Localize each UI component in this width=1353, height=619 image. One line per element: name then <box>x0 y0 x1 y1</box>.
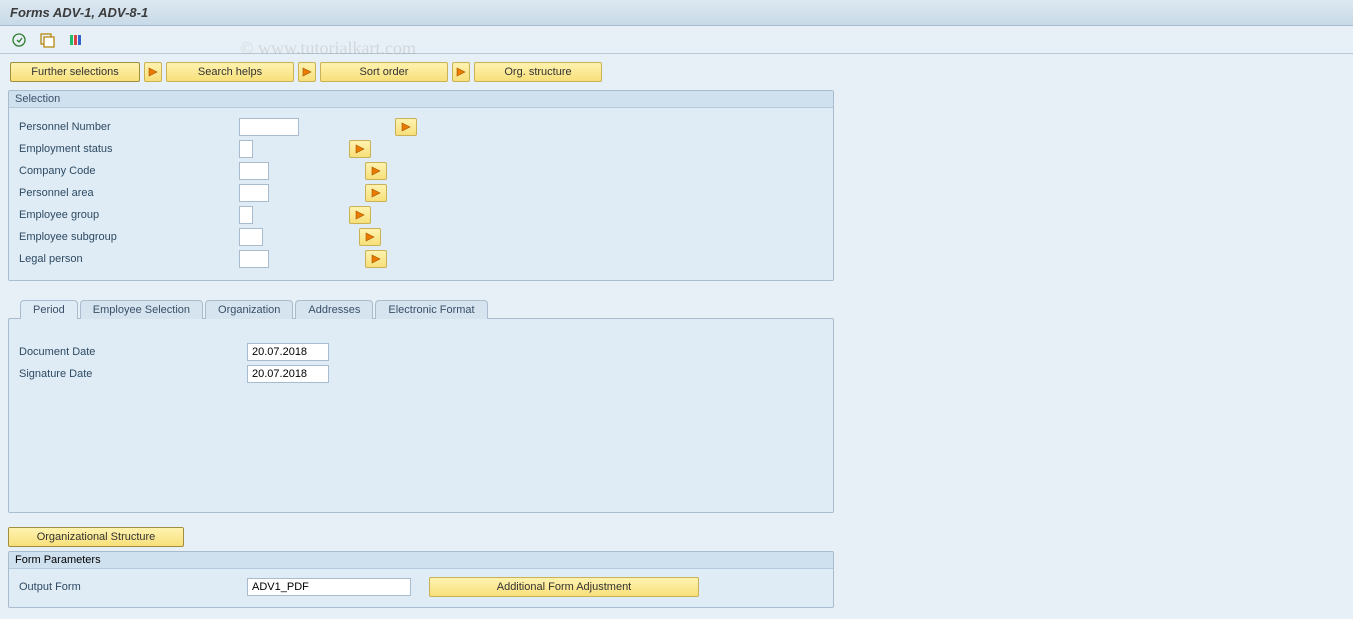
search-helps-label: Search helps <box>198 66 262 78</box>
selection-field-input[interactable] <box>239 118 299 136</box>
tab-body-period: Document Date Signature Date <box>8 318 834 513</box>
signature-date-input[interactable] <box>247 365 329 383</box>
form-parameters-groupbox: Form Parameters Output Form Additional F… <box>8 551 834 608</box>
selection-row: Employee subgroup <box>19 226 823 248</box>
tab-row: PeriodEmployee SelectionOrganizationAddr… <box>8 299 834 318</box>
tab-electronic-format[interactable]: Electronic Format <box>375 300 487 319</box>
organizational-structure-label: Organizational Structure <box>37 531 156 543</box>
selection-field-input[interactable] <box>239 250 269 268</box>
sort-order-arrow-icon[interactable] <box>298 62 316 82</box>
selection-field-label: Employment status <box>19 143 239 155</box>
multiple-selection-button[interactable] <box>349 206 371 224</box>
selection-row: Company Code <box>19 160 823 182</box>
additional-form-adjustment-label: Additional Form Adjustment <box>497 581 632 593</box>
organizational-structure-button[interactable]: Organizational Structure <box>8 527 184 547</box>
selection-row: Employment status <box>19 138 823 160</box>
document-date-label: Document Date <box>19 346 247 358</box>
tab-addresses[interactable]: Addresses <box>295 300 373 319</box>
selection-body: Personnel Number Employment status Company… <box>9 108 833 280</box>
selection-field-input[interactable] <box>239 140 253 158</box>
titlebar: Forms ADV-1, ADV-8-1 <box>0 0 1353 26</box>
selection-field-label: Company Code <box>19 165 239 177</box>
selection-row: Personnel area <box>19 182 823 204</box>
tab-organization[interactable]: Organization <box>205 300 293 319</box>
execute-button[interactable] <box>8 30 30 50</box>
output-form-label: Output Form <box>19 581 247 593</box>
multiple-selection-button[interactable] <box>365 162 387 180</box>
selection-field-input[interactable] <box>239 184 269 202</box>
sort-order-label: Sort order <box>360 66 409 78</box>
search-helps-arrow-icon[interactable] <box>144 62 162 82</box>
multiple-selection-button[interactable] <box>365 184 387 202</box>
report-layout-button[interactable] <box>64 30 86 50</box>
multiple-selection-button[interactable] <box>395 118 417 136</box>
multiple-selection-button[interactable] <box>359 228 381 246</box>
further-selections-button[interactable]: Further selections <box>10 62 140 82</box>
form-parameters-title: Form Parameters <box>9 552 833 569</box>
selection-field-label: Personnel Number <box>19 121 239 133</box>
further-selections-label: Further selections <box>31 66 118 78</box>
org-structure-label: Org. structure <box>504 66 571 78</box>
signature-date-label: Signature Date <box>19 368 247 380</box>
org-structure-arrow-icon[interactable] <box>452 62 470 82</box>
content: Selection Personnel Number Employment sta… <box>0 90 1353 616</box>
tabstrip: PeriodEmployee SelectionOrganizationAddr… <box>8 299 834 513</box>
selection-row: Employee group <box>19 204 823 226</box>
selection-field-label: Personnel area <box>19 187 239 199</box>
selection-field-label: Employee group <box>19 209 239 221</box>
selection-field-input[interactable] <box>239 206 253 224</box>
selection-field-input[interactable] <box>239 162 269 180</box>
output-form-input[interactable] <box>247 578 411 596</box>
multiple-selection-button[interactable] <box>365 250 387 268</box>
selection-field-input[interactable] <box>239 228 263 246</box>
app-toolbar <box>0 26 1353 54</box>
nav-button-row: Further selections Search helps Sort ord… <box>0 54 1353 90</box>
search-helps-button[interactable]: Search helps <box>166 62 294 82</box>
selection-row: Legal person <box>19 248 823 270</box>
selection-title: Selection <box>9 91 833 108</box>
get-variant-button[interactable] <box>36 30 58 50</box>
tab-period[interactable]: Period <box>20 300 78 319</box>
sort-order-button[interactable]: Sort order <box>320 62 448 82</box>
org-structure-button[interactable]: Org. structure <box>474 62 602 82</box>
tab-employee-selection[interactable]: Employee Selection <box>80 300 203 319</box>
page-title: Forms ADV-1, ADV-8-1 <box>10 5 148 20</box>
selection-field-label: Legal person <box>19 253 239 265</box>
additional-form-adjustment-button[interactable]: Additional Form Adjustment <box>429 577 699 597</box>
selection-field-label: Employee subgroup <box>19 231 239 243</box>
document-date-input[interactable] <box>247 343 329 361</box>
multiple-selection-button[interactable] <box>349 140 371 158</box>
selection-groupbox: Selection Personnel Number Employment sta… <box>8 90 834 281</box>
selection-row: Personnel Number <box>19 116 823 138</box>
